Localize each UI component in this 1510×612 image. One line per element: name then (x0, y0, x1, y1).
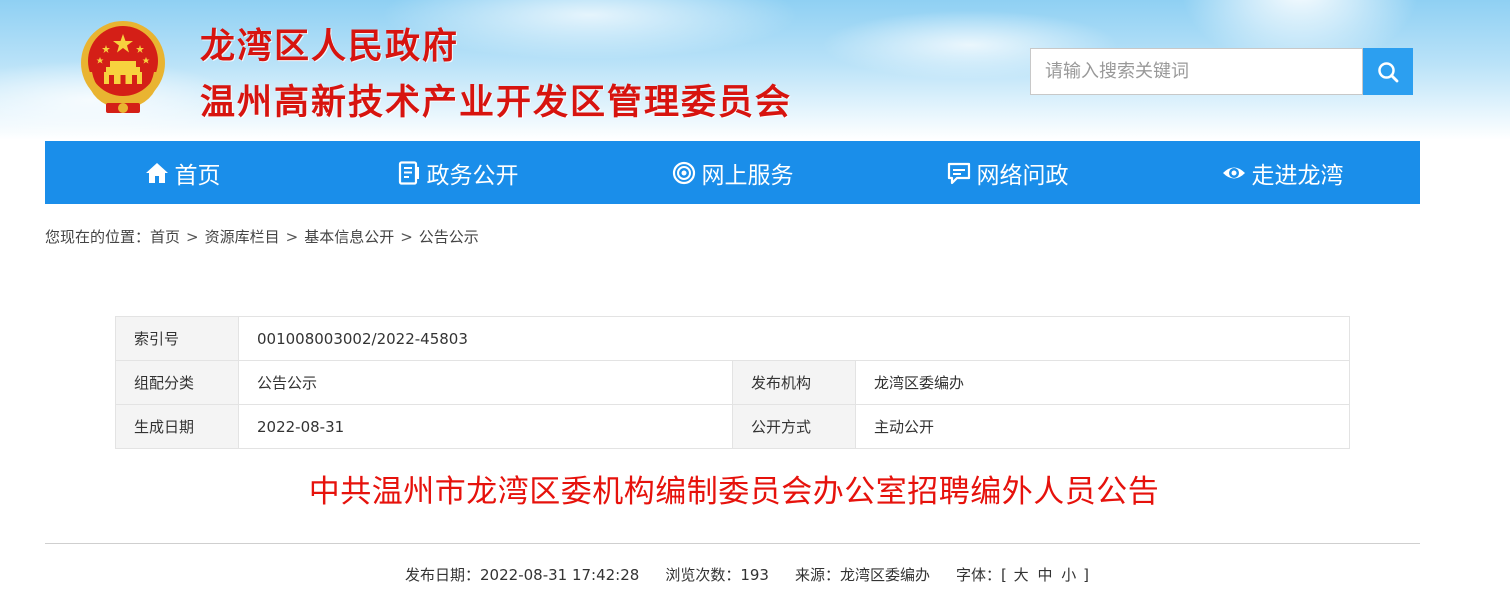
breadcrumb-link[interactable]: 公告公示 (419, 226, 479, 247)
chat-icon (947, 162, 970, 184)
source-value: 龙湾区委编办 (840, 566, 931, 584)
home-icon (145, 162, 168, 183)
views-label: 浏览次数： (665, 566, 741, 584)
table-row: 组配分类 公告公示 发布机构 龙湾区委编办 (115, 360, 1350, 405)
font-medium-button[interactable]: 中 (1037, 566, 1052, 584)
nav-item-label: 政务公开 (426, 162, 519, 189)
article-info-row: 发布日期： 2022-08-31 17:42:28 浏览次数： 193 来源： … (405, 564, 1089, 585)
service-icon (672, 161, 695, 184)
category-label: 组配分类 (115, 360, 239, 405)
index-label: 索引号 (115, 316, 239, 361)
font-large-button[interactable]: 大 (1014, 566, 1029, 584)
font-bracket-open: [ (1001, 566, 1007, 584)
breadcrumb-link[interactable]: 资源库栏目 (205, 226, 280, 247)
breadcrumb-prefix: 您现在的位置： (45, 228, 151, 246)
open-method-label: 公开方式 (732, 404, 856, 449)
category-value: 公告公示 (238, 360, 733, 405)
source-label: 来源： (794, 566, 840, 584)
views-value: 193 (740, 565, 769, 584)
eye-icon (1222, 167, 1245, 178)
date-label: 生成日期 (115, 404, 239, 449)
nav-item-online-service[interactable]: 网上服务 (595, 141, 870, 204)
font-bracket-close: ] (1083, 566, 1089, 584)
nav-item-about-longwan[interactable]: 走进龙湾 (1145, 141, 1420, 204)
publisher-label: 发布机构 (732, 360, 856, 405)
nav-item-label: 网络问政 (976, 162, 1069, 189)
nav-item-label: 首页 (174, 162, 221, 189)
breadcrumb-separator: > (186, 227, 199, 246)
nav-item-label: 网上服务 (701, 162, 794, 189)
breadcrumb-separator: > (285, 227, 299, 246)
article-title: 中共温州市龙湾区委机构编制委员会办公室招聘编外人员公告 (308, 474, 1160, 510)
breadcrumb: 您现在的位置： 首页 > 资源库栏目 > 基本信息公开 > 公告公示 (45, 226, 479, 247)
site-title-line1: 龙湾区人民政府 (200, 26, 460, 67)
index-value: 001008003002/2022-45803 (238, 316, 1350, 361)
publish-date-value: 2022-08-31 17:42:28 (480, 565, 640, 584)
main-nav: 首页 政务公开 网上服务 网络问政 走进龙湾 (45, 141, 1420, 204)
publisher-value: 龙湾区委编办 (855, 360, 1350, 405)
document-meta-table: 索引号 001008003002/2022-45803 组配分类 公告公示 发布… (115, 316, 1350, 449)
table-row: 索引号 001008003002/2022-45803 (115, 316, 1350, 361)
search-button[interactable] (1363, 48, 1413, 95)
font-small-button[interactable]: 小 (1061, 566, 1076, 584)
nav-item-home[interactable]: 首页 (45, 141, 320, 204)
document-icon (398, 160, 419, 185)
nav-item-government-affairs[interactable]: 政务公开 (320, 141, 595, 204)
publish-date-label: 发布日期： (405, 566, 481, 584)
site-title-line2: 温州高新技术产业开发区管理委员会 (200, 82, 793, 123)
breadcrumb-link[interactable]: 基本信息公开 (304, 226, 394, 247)
search-icon (1378, 61, 1399, 82)
divider (45, 543, 1420, 544)
font-size-controls: [ 大 中 小 ] (1001, 564, 1089, 585)
breadcrumb-separator: > (400, 227, 413, 246)
nav-item-online-inquiry[interactable]: 网络问政 (870, 141, 1145, 204)
date-value: 2022-08-31 (238, 404, 733, 449)
search-input[interactable] (1030, 48, 1363, 95)
national-emblem-icon (81, 21, 165, 113)
nav-item-label: 走进龙湾 (1251, 162, 1344, 189)
open-method-value: 主动公开 (855, 404, 1350, 449)
table-row: 生成日期 2022-08-31 公开方式 主动公开 (115, 404, 1350, 449)
breadcrumb-link[interactable]: 首页 (150, 226, 180, 247)
font-size-label: 字体： (956, 566, 1002, 584)
